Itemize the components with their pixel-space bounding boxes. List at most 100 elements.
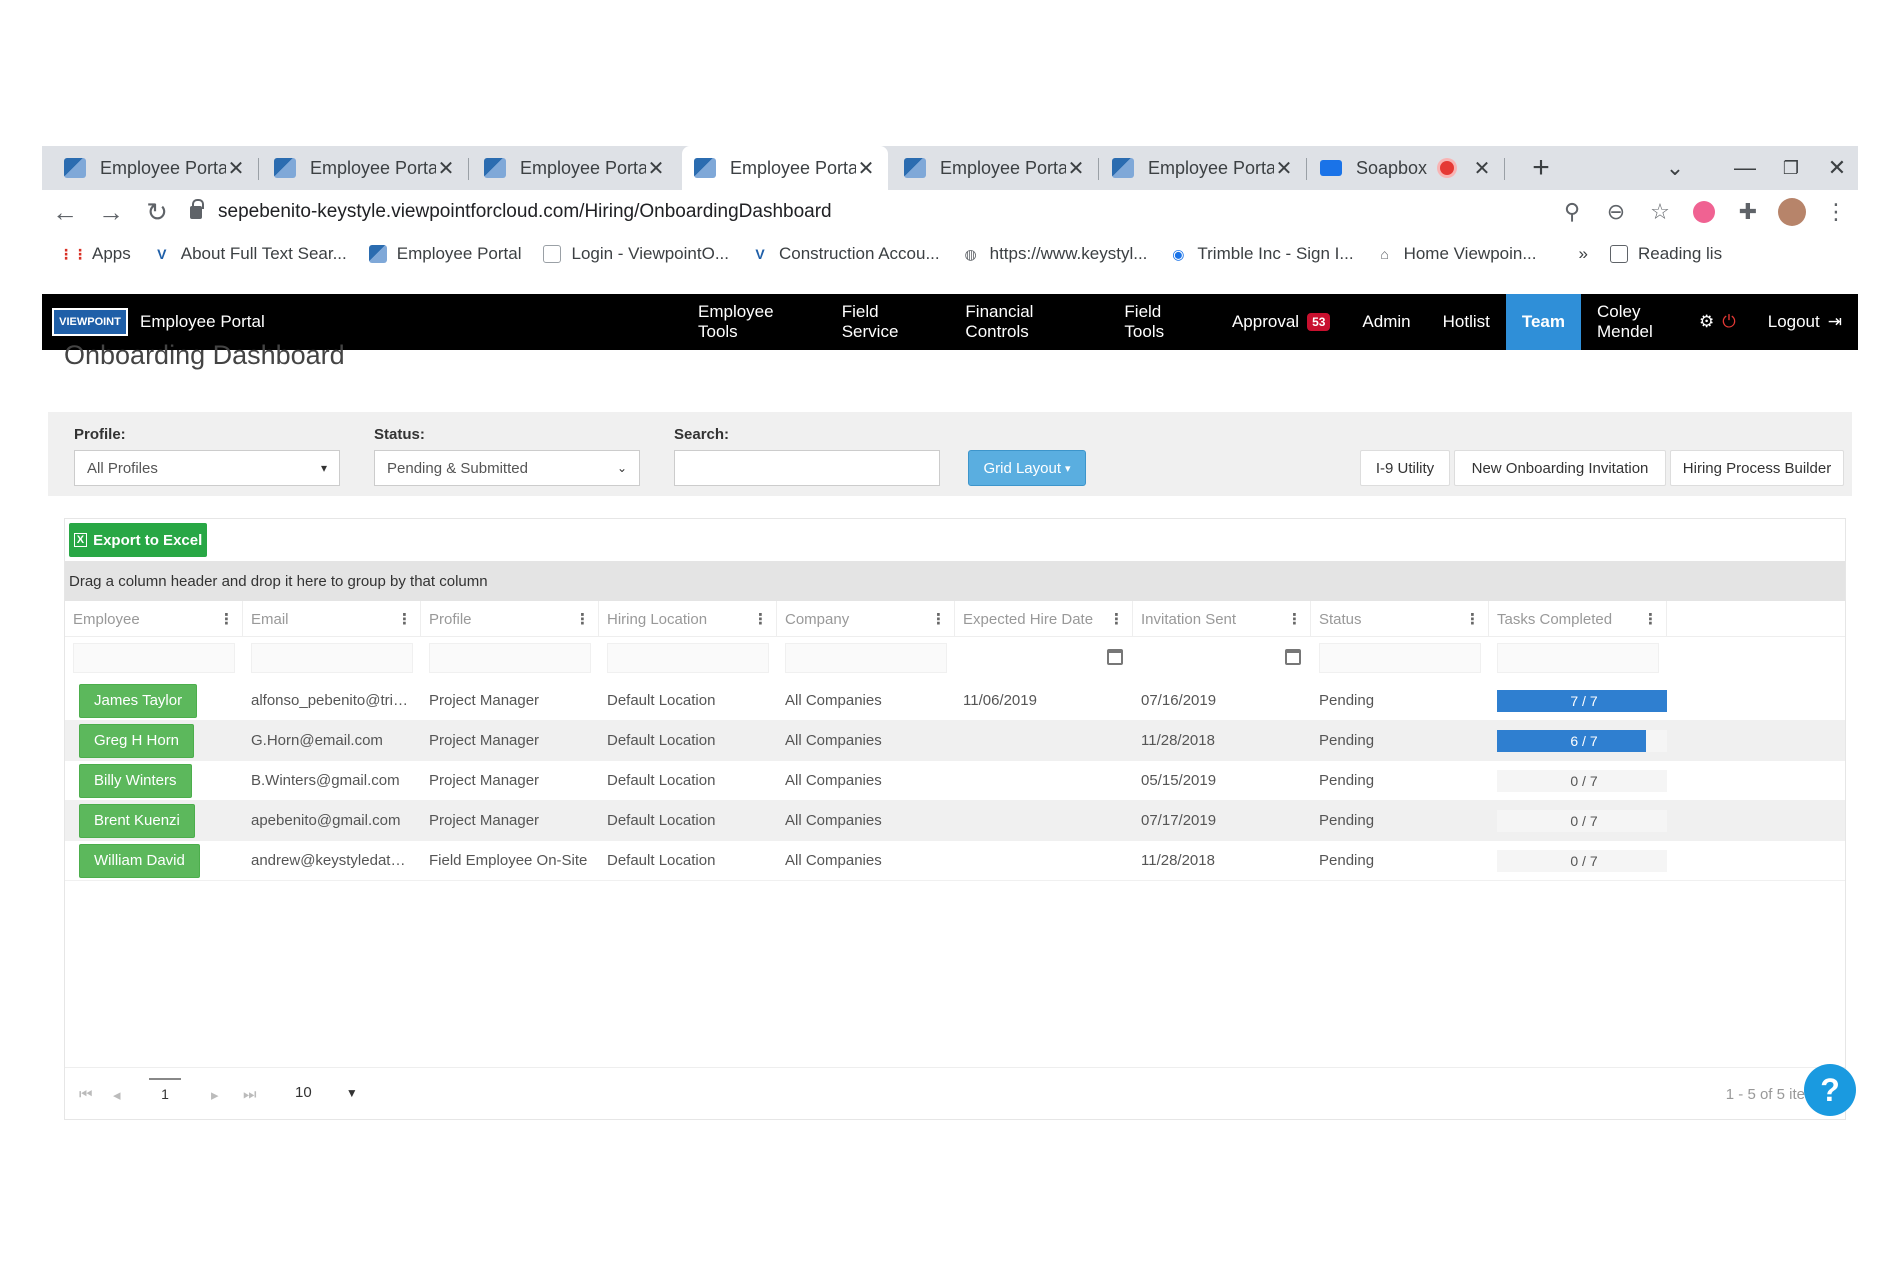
- more-bookmarks-icon[interactable]: »: [1579, 244, 1588, 264]
- tab-search-icon[interactable]: ⌄: [1652, 146, 1698, 190]
- employee-button[interactable]: Billy Winters: [79, 763, 192, 798]
- back-icon[interactable]: ←: [42, 190, 88, 234]
- user-menu[interactable]: Coley Mendel ⚙ ⏻: [1581, 294, 1752, 350]
- page-size-select[interactable]: 10 ▼: [295, 1084, 358, 1101]
- column-menu-icon[interactable]: ⋮: [753, 610, 768, 628]
- browser-tab[interactable]: Employee Porta ✕: [262, 146, 469, 190]
- bookmark-apps[interactable]: ⋮⋮ Apps: [59, 244, 131, 264]
- url-field[interactable]: sepebenito-keystyle.viewpointforcloud.co…: [180, 195, 1550, 229]
- close-icon[interactable]: ✕: [856, 156, 876, 181]
- close-icon[interactable]: ✕: [436, 156, 456, 181]
- hiring-process-builder-button[interactable]: Hiring Process Builder: [1670, 450, 1844, 486]
- logout-link[interactable]: Logout ⇥: [1752, 294, 1858, 350]
- calendar-icon[interactable]: [1107, 649, 1123, 665]
- bookmark-item[interactable]: ◍ https://www.keystyl...: [962, 244, 1148, 264]
- employee-filter-input[interactable]: [73, 643, 235, 673]
- last-page-icon[interactable]: ⏭: [243, 1086, 257, 1103]
- company-filter-input[interactable]: [785, 643, 947, 673]
- reload-icon[interactable]: ↻: [134, 190, 180, 234]
- menu-field-tools[interactable]: Field Tools: [1108, 294, 1216, 350]
- status-select[interactable]: Pending & Submitted ⌄: [374, 450, 640, 486]
- close-icon[interactable]: ✕: [226, 156, 246, 181]
- menu-financial-controls[interactable]: Financial Controls: [949, 294, 1108, 350]
- profile-select[interactable]: All Profiles ▾: [74, 450, 340, 486]
- location-icon[interactable]: ⚲: [1550, 190, 1594, 234]
- prev-page-icon[interactable]: ◂: [113, 1086, 121, 1104]
- tasks-filter-input[interactable]: [1497, 643, 1659, 673]
- extensions-puzzle-icon[interactable]: ✚: [1726, 190, 1770, 234]
- column-header-employee[interactable]: Employee ⋮: [65, 601, 243, 637]
- power-icon[interactable]: ⏻: [1722, 312, 1735, 332]
- column-header-invitation-sent[interactable]: Invitation Sent ⋮: [1133, 601, 1311, 637]
- column-menu-icon[interactable]: ⋮: [219, 610, 234, 628]
- column-header-email[interactable]: Email ⋮: [243, 601, 421, 637]
- column-header-company[interactable]: Company ⋮: [777, 601, 955, 637]
- zoom-icon[interactable]: ⊖: [1594, 190, 1638, 234]
- employee-button[interactable]: James Taylor: [79, 683, 198, 718]
- calendar-icon[interactable]: [1285, 649, 1301, 665]
- browser-tab[interactable]: Employee Porta ✕: [52, 146, 259, 190]
- column-header-status[interactable]: Status ⋮: [1311, 601, 1489, 637]
- menu-admin[interactable]: Admin: [1346, 294, 1426, 350]
- menu-team[interactable]: Team: [1505, 294, 1581, 350]
- reading-list[interactable]: Reading lis: [1609, 244, 1722, 264]
- status-filter-input[interactable]: [1319, 643, 1481, 673]
- browser-menu-icon[interactable]: ⋮: [1814, 190, 1858, 234]
- menu-employee-tools[interactable]: Employee Tools: [682, 294, 826, 350]
- app-title[interactable]: Employee Portal: [140, 312, 265, 332]
- close-icon[interactable]: ✕: [1472, 156, 1492, 181]
- export-to-excel-button[interactable]: X Export to Excel: [69, 523, 207, 557]
- profile-avatar[interactable]: [1770, 190, 1814, 234]
- close-icon[interactable]: ✕: [646, 156, 666, 181]
- help-button[interactable]: ?: [1804, 1064, 1856, 1116]
- column-menu-icon[interactable]: ⋮: [575, 610, 590, 628]
- hire-date-filter-input[interactable]: [963, 643, 1125, 673]
- column-menu-icon[interactable]: ⋮: [1287, 610, 1302, 628]
- browser-tab-active[interactable]: Employee Porta ✕: [682, 146, 888, 190]
- menu-field-service[interactable]: Field Service: [826, 294, 950, 350]
- column-menu-icon[interactable]: ⋮: [931, 610, 946, 628]
- search-input[interactable]: [674, 450, 940, 486]
- new-onboarding-invitation-button[interactable]: New Onboarding Invitation: [1454, 450, 1666, 486]
- browser-tab[interactable]: Soapbox ✕: [1308, 146, 1505, 190]
- column-menu-icon[interactable]: ⋮: [397, 610, 412, 628]
- employee-button[interactable]: William David: [79, 843, 200, 878]
- grid-layout-button[interactable]: Grid Layout ▾: [968, 450, 1086, 486]
- column-header-tasks-completed[interactable]: Tasks Completed ⋮: [1489, 601, 1667, 637]
- browser-tab[interactable]: Employee Porta ✕: [892, 146, 1099, 190]
- location-filter-input[interactable]: [607, 643, 769, 673]
- bookmark-item[interactable]: ⌂ Home Viewpoin...: [1376, 244, 1536, 264]
- extension-pink-icon[interactable]: [1682, 190, 1726, 234]
- menu-approval[interactable]: Approval 53: [1216, 294, 1346, 350]
- i9-utility-button[interactable]: I-9 Utility: [1360, 450, 1450, 486]
- email-filter-input[interactable]: [251, 643, 413, 673]
- column-header-profile[interactable]: Profile ⋮: [421, 601, 599, 637]
- bookmark-item[interactable]: V About Full Text Sear...: [153, 244, 347, 264]
- employee-button[interactable]: Brent Kuenzi: [79, 803, 195, 838]
- bookmark-item[interactable]: Employee Portal: [368, 244, 521, 264]
- column-header-expected-hire-date[interactable]: Expected Hire Date ⋮: [955, 601, 1133, 637]
- current-page[interactable]: 1: [149, 1078, 181, 1102]
- close-icon[interactable]: ✕: [1066, 156, 1086, 181]
- bookmark-item[interactable]: Login - ViewpointO...: [543, 244, 729, 264]
- minimize-icon[interactable]: —: [1722, 146, 1768, 190]
- browser-tab[interactable]: Employee Porta ✕: [1100, 146, 1307, 190]
- column-menu-icon[interactable]: ⋮: [1643, 610, 1658, 628]
- first-page-icon[interactable]: ⏮: [79, 1086, 93, 1103]
- bookmark-item[interactable]: ◉ Trimble Inc - Sign I...: [1169, 244, 1353, 264]
- bookmark-item[interactable]: V Construction Accou...: [751, 244, 939, 264]
- gear-icon[interactable]: ⚙: [1699, 312, 1714, 332]
- star-icon[interactable]: ☆: [1638, 190, 1682, 234]
- menu-hotlist[interactable]: Hotlist: [1427, 294, 1506, 350]
- employee-button[interactable]: Greg H Horn: [79, 723, 195, 758]
- profile-filter-input[interactable]: [429, 643, 591, 673]
- close-icon[interactable]: ✕: [1274, 156, 1294, 181]
- viewpoint-logo[interactable]: VIEWPOINT: [52, 308, 128, 336]
- next-page-icon[interactable]: ▸: [211, 1086, 219, 1104]
- new-tab-icon[interactable]: +: [1518, 146, 1564, 190]
- restore-icon[interactable]: ❐: [1768, 146, 1814, 190]
- column-header-hiring-location[interactable]: Hiring Location ⋮: [599, 601, 777, 637]
- column-menu-icon[interactable]: ⋮: [1109, 610, 1124, 628]
- column-menu-icon[interactable]: ⋮: [1465, 610, 1480, 628]
- lock-icon[interactable]: [190, 198, 204, 219]
